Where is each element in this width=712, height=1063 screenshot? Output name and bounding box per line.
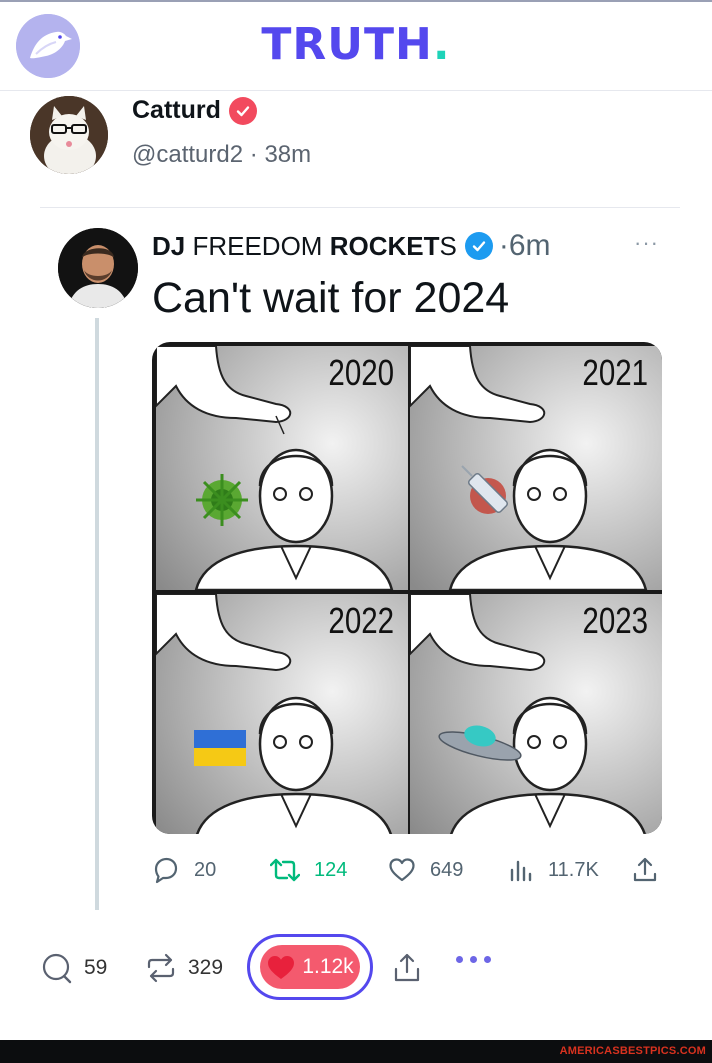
truth-logo[interactable]: TRUTH. [0, 18, 712, 72]
meme-panel-2022: 2022 [156, 594, 408, 834]
quoted-text: Can't wait for 2024 [152, 274, 510, 322]
footer-bar: AMERICASBESTPICS.COM [0, 1040, 712, 1063]
like-pill-inner: 1.12k [260, 945, 360, 989]
reply-button[interactable]: 20 [152, 852, 216, 888]
author-handle[interactable]: @catturd2 [132, 141, 243, 168]
share-button[interactable] [392, 950, 422, 986]
verified-badge-icon [464, 232, 493, 260]
logo-text: TRUTH [261, 19, 433, 70]
retweet-icon [270, 858, 300, 882]
like-count: 1.12k [302, 955, 354, 978]
watermark-text: AMERICASBESTPICS.COM [559, 1045, 706, 1057]
meme-panel-2023: 2023 [410, 594, 662, 834]
year-label: 2020 [328, 352, 394, 393]
post-time: 38m [264, 141, 312, 168]
year-label: 2021 [582, 352, 648, 393]
views-icon [510, 860, 532, 882]
meme-panel-2021: 2021 [410, 346, 662, 590]
retruth-button[interactable]: 329 [144, 950, 223, 986]
views-button[interactable]: 11.7K [508, 852, 599, 888]
reply-icon [42, 953, 72, 984]
post-action-bar: 59 329 1.12k [0, 930, 712, 1006]
more-options-icon[interactable]: ··· [634, 230, 659, 256]
like-button[interactable]: 1.12k [247, 934, 373, 1000]
heart-icon [268, 956, 295, 979]
author-handle-row: @catturd2 · 38m [132, 141, 311, 169]
divider [40, 207, 680, 208]
reply-count: 59 [84, 956, 108, 979]
reply-icon [154, 857, 178, 884]
separator-dot: · [498, 229, 509, 262]
retruth-icon [147, 953, 175, 983]
separator-dot: · [249, 141, 258, 168]
author-name-row[interactable]: Catturd [132, 96, 257, 125]
share-button[interactable] [632, 852, 658, 888]
share-icon [394, 953, 420, 982]
like-button[interactable]: 649 [388, 852, 463, 888]
retweet-button[interactable]: 124 [270, 852, 347, 888]
meme-image[interactable]: 2020 2021 2022 2023 [152, 342, 662, 834]
meme-panel-2020: 2020 [156, 346, 408, 590]
year-label: 2022 [328, 600, 394, 641]
reply-button[interactable]: 59 [40, 950, 107, 986]
quoted-author-name[interactable]: DJ FREEDOM ROCKETS [152, 231, 457, 262]
author-name[interactable]: Catturd [132, 96, 221, 125]
reply-count: 20 [194, 858, 217, 881]
share-icon [633, 857, 657, 882]
like-count: 649 [430, 858, 464, 881]
logo-dot: . [432, 19, 451, 70]
heart-icon [389, 858, 415, 882]
year-label: 2023 [582, 600, 648, 641]
quoted-author-avatar[interactable] [58, 228, 138, 308]
quoted-time: 6m [508, 229, 551, 262]
verified-badge-icon [228, 96, 257, 125]
app-header: TRUTH. [0, 2, 712, 91]
quoted-header: DJ FREEDOM ROCKETS ·6m [152, 224, 551, 268]
views-count: 11.7K [548, 858, 599, 881]
author-avatar[interactable] [30, 96, 108, 174]
more-options-icon[interactable] [456, 956, 491, 963]
quoted-action-bar: 20 124 649 11.7K [152, 852, 662, 888]
thread-line [95, 318, 99, 910]
retweet-count: 124 [314, 858, 348, 881]
retruth-count: 329 [188, 956, 224, 979]
quoted-time-row: ·6m [499, 229, 551, 263]
